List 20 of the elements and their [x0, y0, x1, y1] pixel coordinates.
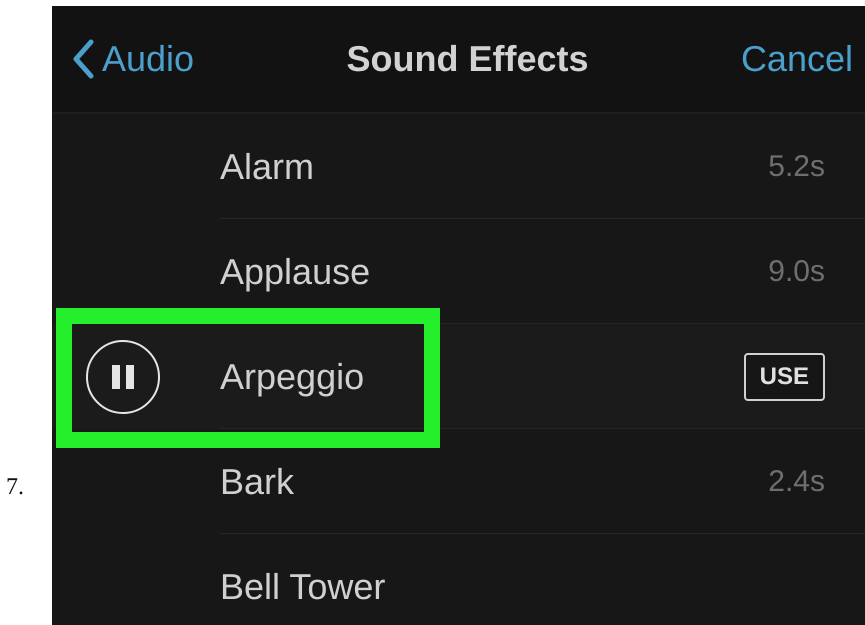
sound-name: Bark	[220, 460, 296, 502]
sound-name: Bell Tower	[220, 566, 386, 608]
sound-duration: 5.2s	[768, 150, 825, 184]
sound-name: Applause	[220, 250, 372, 292]
sound-name: Arpeggio	[220, 356, 366, 398]
sound-duration: 9.0s	[768, 254, 825, 288]
pause-button[interactable]	[86, 340, 160, 414]
cancel-button[interactable]: Cancel	[740, 38, 853, 80]
sound-duration: 2.4s	[768, 464, 825, 498]
sound-name: Alarm	[220, 146, 316, 188]
sound-row[interactable]: Alarm 5.2s	[52, 114, 865, 219]
step-number: 7.	[6, 474, 24, 501]
sound-row[interactable]: Arpeggio USE	[52, 324, 865, 429]
sound-row[interactable]: Bell Tower	[52, 534, 865, 625]
sound-row[interactable]: Applause 9.0s	[52, 219, 865, 324]
chevron-left-icon	[72, 39, 94, 79]
back-button[interactable]: Audio	[72, 38, 194, 80]
screen-title: Sound Effects	[346, 38, 590, 80]
sound-row[interactable]: Bark 2.4s	[52, 429, 865, 534]
use-button[interactable]: USE	[744, 352, 825, 400]
